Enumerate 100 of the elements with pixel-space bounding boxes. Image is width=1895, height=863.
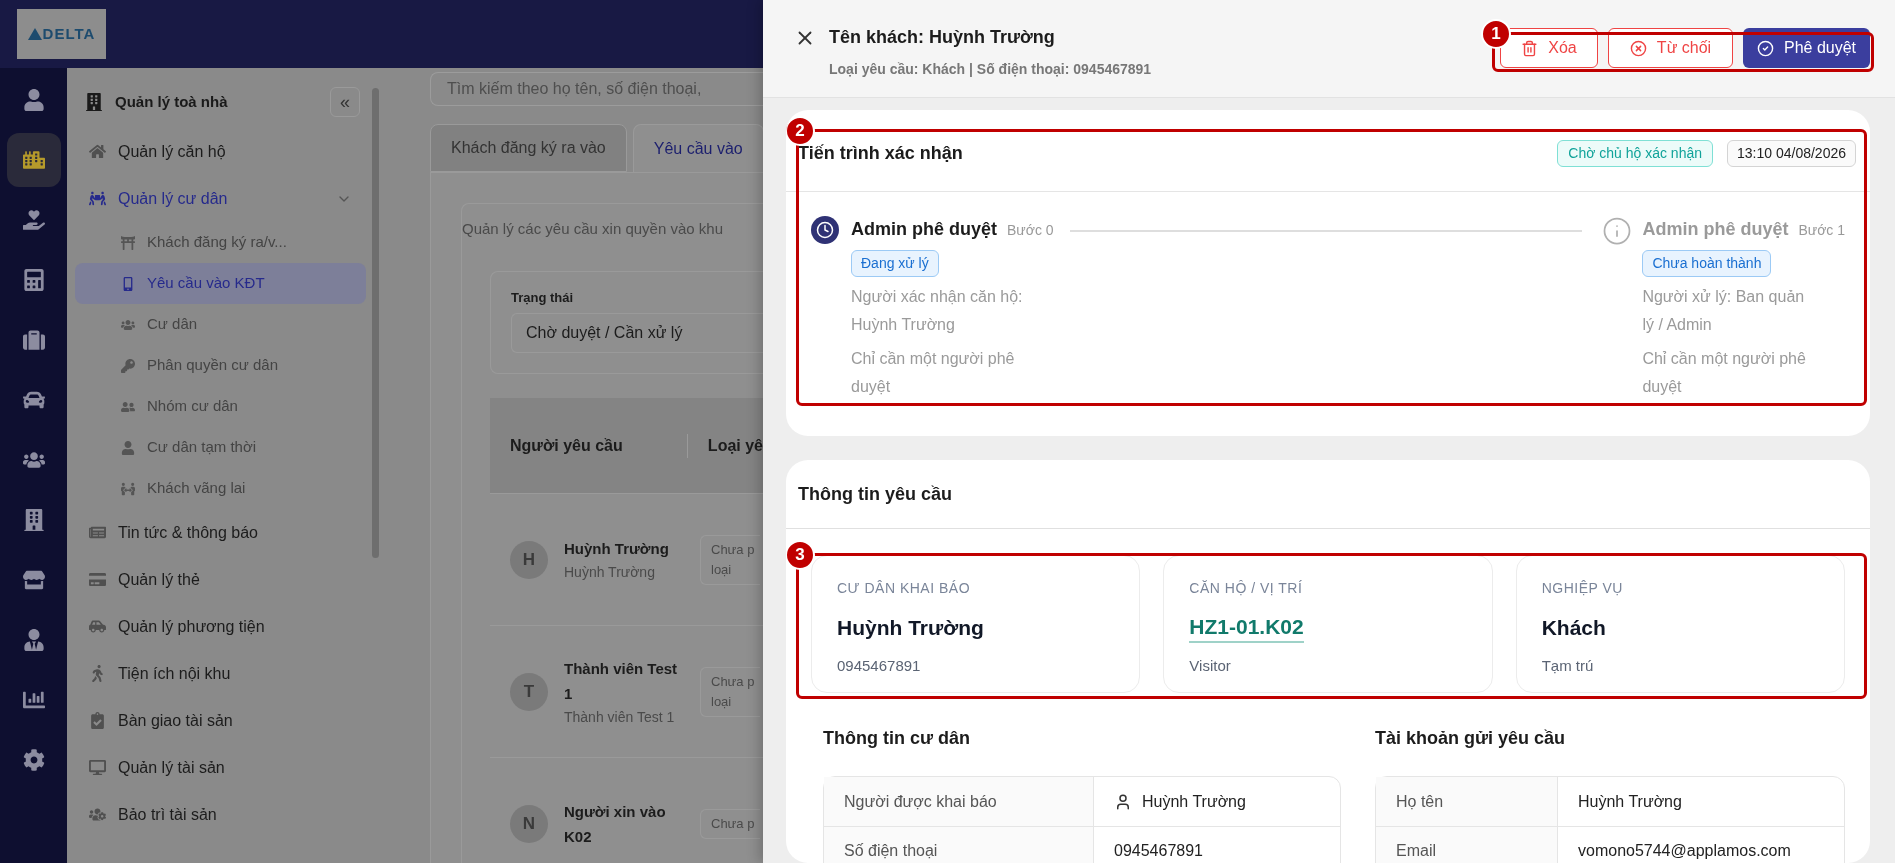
tab[interactable]: Khách đăng ký ra vào [430,124,627,172]
card-title: Thông tin yêu cầu [798,482,952,506]
sidebar-subitem[interactable]: Khách vãng lai [75,468,366,509]
sidebar-item[interactable]: Tin tức & thông báo [77,509,364,556]
users-icon [121,399,135,414]
bar-chart-icon [22,689,45,711]
car-icon [89,618,106,635]
step-title: Admin phê duyệt [851,218,997,241]
requester-name: Huỳnh Trường [564,539,670,559]
users-gear-icon [89,806,106,823]
trash-icon [1521,39,1539,57]
sidebar-title: Quản lý toà nhà [115,91,229,112]
summary-value: Huỳnh Trường [837,615,985,641]
sidebar-item[interactable]: Bàn giao tài sản [77,697,364,744]
person-icon [22,89,45,111]
column-header: Người yêu cầu [510,433,688,458]
buildings-icon [22,149,45,171]
section-title: Thông tin cư dân [823,727,971,750]
requester-name: Thành viên Test 1 [564,658,679,704]
info-label: Người được khai báo [824,777,1094,826]
requester-name: Người xin vào K02 [564,801,667,847]
section-title: Tài khoản gửi yêu cầu [1375,727,1567,750]
sidebar-subitem[interactable]: Nhóm cư dân [75,386,366,427]
requester-subtext: Huỳnh Trường [564,563,656,582]
step-number: Bước 0 [1007,221,1054,240]
step-badge: Chưa hoàn thành [1642,250,1772,277]
walking-icon [89,665,106,682]
sidebar-item[interactable]: Quản lý thẻ [77,556,364,603]
avatar: N [510,804,548,843]
sidebar-item[interactable]: Quản lý căn hộ [77,128,364,175]
settings-icon [22,749,45,771]
summary-label: CĂN HỘ / VỊ TRÍ [1189,579,1304,598]
building-icon [85,93,103,111]
users-icon [121,317,135,332]
sidebar-subitem[interactable]: Phân quyền cư dân [75,345,366,386]
apartment-link[interactable]: HZ1-01.K02 [1189,613,1304,643]
triangle-logo-icon [27,28,42,40]
table-row[interactable]: H Huỳnh Trường Huỳnh Trường Chưa p loại [490,494,763,626]
info-label: Họ tên [1376,777,1558,826]
table-row[interactable]: N Người xin vào K02 Chưa p [490,758,763,863]
type-badge: Chưa p [700,808,760,839]
car-icon [22,389,45,411]
clipboard-icon [89,712,106,729]
person-icon [121,440,135,455]
status-select[interactable]: Chờ duyệt / Cần xử lý [511,313,763,353]
table-row[interactable]: T Thành viên Test 1 Thành viên Test 1 Chưa p loại [490,626,763,758]
step-description: Chỉ cần một người phê duyệt [1642,349,1807,397]
step-description: Người xử lý: Ban quản lý / Admin [1642,287,1806,335]
person-icon [1114,792,1132,811]
summary-value: Khách [1541,615,1607,641]
x-circle-icon [1629,39,1647,57]
annotation-number: 1 [1481,19,1511,49]
sidebar-subitem[interactable]: Cư dân tạm thời [75,427,366,468]
newspaper-icon [89,524,106,541]
suitcase-icon [22,329,45,351]
home-icon [89,143,106,160]
step-number: Bước 1 [1798,221,1845,240]
summary-subtext: 0945467891 [837,656,922,676]
step-title: Admin phê duyệt [1642,218,1789,241]
step-badge: Đang xử lý [851,250,939,277]
logo: DELTA [17,9,106,59]
sidebar-item[interactable]: Quản lý cư dân [77,175,364,222]
avatar: T [510,672,548,711]
approve-button[interactable]: Phê duyệt [1743,28,1870,68]
step-description: Chỉ cần một người phê duyệt [851,349,1016,397]
reject-button[interactable]: Từ chối [1608,28,1733,68]
drawer-subtitle: Loại yêu cầu: Khách | Số điện thoại: 0945467891 [829,60,1152,79]
info-label: Số điện thoại [824,827,1094,863]
sidebar-subitem[interactable]: Cư dân [75,304,366,345]
clock-icon [811,216,839,244]
summary-label: CƯ DÂN KHAI BÁO [837,579,972,598]
time-badge: 13:10 04/08/2026 [1727,140,1856,167]
people-icon [121,481,135,496]
tab[interactable]: Yêu cầu vào [632,124,763,172]
filter-label: Trạng thái [511,288,575,307]
drawer-title: Tên khách: Huỳnh Trường [829,26,1055,49]
sidebar-subitem[interactable]: Yêu cầu vào KĐT [75,263,366,304]
sidebar-item[interactable]: Tiện ích nội khu [77,650,364,697]
info-value: Huỳnh Trường [1578,791,1682,812]
search-field[interactable]: Tìm kiếm theo họ tên, số điện thoại, [430,72,763,106]
info-label: Email [1376,827,1558,863]
column-header: Loại yê [707,435,763,456]
info-icon [1602,216,1633,246]
annotation-number: 3 [786,540,815,570]
collapse-button[interactable]: « [330,87,360,117]
summary-subtext: Tạm trú [1541,656,1595,676]
sidebar-item[interactable]: Bảo trì tài sản [77,791,364,838]
sidebar-item[interactable]: Quản lý tài sản [77,744,364,791]
sidebar-subitem[interactable]: Khách đăng ký ra/v... [75,222,366,263]
info-value: vomono5744@applamos.com [1578,841,1791,861]
monitor-icon [89,759,106,776]
sidebar-item[interactable]: Quản lý phương tiện [77,603,364,650]
calculator-icon [22,269,45,291]
status-badge: Chờ chủ hộ xác nhận [1557,140,1713,167]
phone-icon [121,276,135,291]
requester-subtext: Thành viên Test 1 [564,707,676,727]
key-icon [121,358,135,373]
rail-button[interactable] [6,133,61,187]
building-icon [22,509,45,531]
hand-heart-icon [22,209,45,231]
